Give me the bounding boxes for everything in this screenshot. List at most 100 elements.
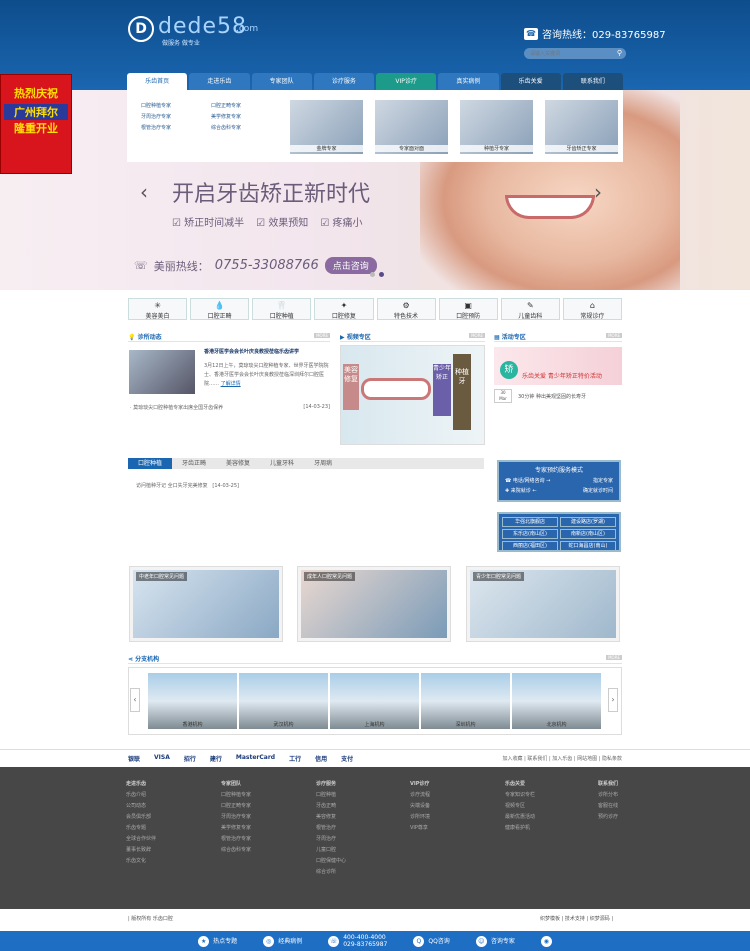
branch-card[interactable]: 深圳机构 [421, 673, 510, 729]
footer-link[interactable]: 视频专区 [505, 801, 535, 812]
footer-column-heading[interactable]: 乐齿关爱 [505, 779, 535, 790]
video-player[interactable]: 美容修复 青少年矫正 种植牙 [340, 345, 485, 445]
video-more-button[interactable]: MORE [469, 333, 485, 338]
branch-card[interactable]: 香港机构 [148, 673, 237, 729]
service-implant[interactable]: 🦷 口腔种植 [252, 298, 312, 320]
activity-item[interactable]: 30 Mar 30分钟 种出美观坚固的长寿牙 [494, 389, 622, 403]
location-link[interactable]: 西丽店(福田区) [502, 541, 558, 551]
news-detail-link[interactable]: 了解详情 [221, 381, 241, 387]
footer-link[interactable]: 公司动态 [126, 801, 156, 812]
nav-services[interactable]: 诊疗服务 [313, 73, 374, 90]
dropdown-link[interactable]: 美学修复专家 [211, 113, 241, 120]
toolbar-item[interactable]: ☏ 400-400-4000 029-83765987 [328, 934, 387, 948]
news-image[interactable] [129, 350, 195, 394]
side-advertisement[interactable]: 热烈庆祝 广州拜尔 隆重开业 [0, 74, 72, 174]
branch-card[interactable]: 上海机构 [330, 673, 419, 729]
service-repair[interactable]: ✦ 口腔修复 [314, 298, 374, 320]
banner-dot[interactable] [370, 272, 375, 277]
footer-links[interactable]: 加入收藏 | 联系我们 | 加入乐齿 | 网站地图 | 隐私条款 [503, 755, 622, 762]
toolbar-item[interactable]: ◉ [540, 935, 552, 947]
nav-home[interactable]: 乐齿首页 [127, 73, 188, 90]
footer-link[interactable]: 牙齿正畸 [316, 801, 346, 812]
location-link[interactable]: 东乐店(南山区) [502, 529, 558, 539]
search-icon[interactable]: ⚲ [617, 49, 622, 57]
footer-column-heading[interactable]: 专家团队 [221, 779, 251, 790]
footer-link[interactable]: 根管治疗专家 [221, 834, 251, 845]
consult-button[interactable]: 点击咨询 [324, 257, 377, 274]
support-links[interactable]: 织梦模板 | 技术支持 | 织梦源码 | [540, 915, 613, 922]
footer-link[interactable]: 诊所环境 [410, 812, 430, 823]
toolbar-item[interactable]: ◎ 经典病例 [263, 935, 302, 947]
toolbar-item[interactable]: ★ 热点专题 [198, 935, 237, 947]
footer-link[interactable]: 口腔种植 [316, 790, 346, 801]
dropdown-image[interactable]: 种植牙专家 [460, 100, 533, 154]
branches-more-button[interactable]: MORE [606, 655, 622, 660]
service-children[interactable]: ✎ 儿童齿科 [500, 298, 560, 320]
appointment-process-box[interactable]: 专家预约服务模式 ☎ 电话/网络咨询 → 指定专家 ✚ 来院就诊 ← 确定就诊时间 [497, 460, 621, 502]
service-cosmetic[interactable]: ✳ 美容美白 [128, 298, 188, 320]
nav-contact[interactable]: 联系我们 [562, 73, 623, 90]
footer-link[interactable]: 乐齿专题 [126, 823, 156, 834]
tab-cosmetic[interactable]: 美容修复 [216, 458, 260, 469]
footer-link[interactable]: 综合诊所 [316, 867, 346, 878]
service-prevention[interactable]: ▣ 口腔预防 [438, 298, 498, 320]
location-link[interactable]: 华强北旗舰店 [502, 517, 558, 527]
dropdown-image[interactable]: 金牌专家 [290, 100, 363, 154]
footer-column-heading[interactable]: 联系我们 [598, 779, 618, 790]
footer-column-heading[interactable]: VIP诊疗 [410, 779, 430, 790]
news-more-button[interactable]: MORE [314, 333, 330, 338]
toolbar-item[interactable]: Q QQ咨询 [413, 935, 450, 947]
chevron-left-icon[interactable]: ‹ [130, 688, 140, 712]
footer-link[interactable]: 诊疗流程 [410, 790, 430, 801]
service-special[interactable]: ⚙ 特色技术 [376, 298, 436, 320]
footer-link[interactable]: 董事长致辞 [126, 845, 156, 856]
dropdown-link[interactable]: 口腔正畸专家 [211, 102, 241, 109]
footer-link[interactable]: 口腔保健中心 [316, 856, 346, 867]
tab-children[interactable]: 儿童牙科 [260, 458, 304, 469]
dropdown-link[interactable]: 综合齿科专家 [211, 124, 241, 131]
nav-about[interactable]: 走进乐齿 [189, 73, 250, 90]
news-list-item[interactable]: · 莫琼琰尖口腔种植专家出席全国牙齿保养 [14-03-23] [130, 404, 330, 411]
toolbar-item[interactable]: ☺ 咨询专家 [475, 935, 515, 947]
footer-link[interactable]: 客服在线 [598, 801, 618, 812]
tab-periodontal[interactable]: 牙周病 [304, 458, 342, 469]
dropdown-link[interactable]: 牙周治疗专家 [141, 113, 171, 120]
dropdown-link[interactable]: 口腔种植专家 [141, 102, 171, 109]
site-logo[interactable]: D dede58 .com 做服务 做专业 [128, 14, 268, 48]
footer-link[interactable]: 口腔正畸专家 [221, 801, 251, 812]
footer-link[interactable]: 综合齿科专家 [221, 845, 251, 856]
footer-link[interactable]: VIP尊享 [410, 823, 430, 834]
footer-link[interactable]: 尖端设备 [410, 801, 430, 812]
dropdown-image[interactable]: 专家面对面 [375, 100, 448, 154]
footer-link[interactable]: 最新优惠活动 [505, 812, 535, 823]
footer-link[interactable]: 乐齿文化 [126, 856, 156, 867]
footer-link[interactable]: 牙周治疗 [316, 834, 346, 845]
footer-link[interactable]: 美容修复 [316, 812, 346, 823]
footer-link[interactable]: 诊所分布 [598, 790, 618, 801]
footer-link[interactable]: 儿童口腔 [316, 845, 346, 856]
footer-link[interactable]: 预约诊疗 [598, 812, 618, 823]
activity-more-button[interactable]: MORE [606, 333, 622, 338]
footer-link[interactable]: 乐齿介绍 [126, 790, 156, 801]
news-title[interactable]: 香港牙医学会会长叶庆良教授莅临乐齿讲学 [204, 348, 299, 355]
nav-care[interactable]: 乐齿关爱 [500, 73, 561, 90]
footer-column-heading[interactable]: 诊疗服务 [316, 779, 346, 790]
footer-link[interactable]: 口腔种植专家 [221, 790, 251, 801]
chevron-right-icon[interactable]: › [608, 688, 618, 712]
search-input[interactable] [530, 49, 610, 58]
branch-card[interactable]: 北京机构 [512, 673, 601, 729]
service-routine[interactable]: ⌂ 常规诊疗 [562, 298, 622, 320]
footer-link[interactable]: 会员俱乐部 [126, 812, 156, 823]
service-orthodontic[interactable]: 💧 口腔正畸 [190, 298, 250, 320]
footer-link[interactable]: 健康看护机 [505, 823, 535, 834]
footer-column-heading[interactable]: 走进乐齿 [126, 779, 156, 790]
nav-vip[interactable]: VIP诊疗 [376, 73, 437, 90]
footer-link[interactable]: 美学修复专家 [221, 823, 251, 834]
banner-dot[interactable] [379, 272, 384, 277]
footer-link[interactable]: 全球合作伙伴 [126, 834, 156, 845]
location-link[interactable]: 蛇口海昌店(南山) [560, 541, 616, 551]
tab-list-item[interactable]: 访问植种牙记 全口失牙完美修复 [14-03-25] [136, 482, 239, 489]
tab-implant[interactable]: 口腔种植 [128, 458, 173, 469]
footer-link[interactable]: 牙周治疗专家 [221, 812, 251, 823]
location-link[interactable]: 南新店(南山区) [560, 529, 616, 539]
